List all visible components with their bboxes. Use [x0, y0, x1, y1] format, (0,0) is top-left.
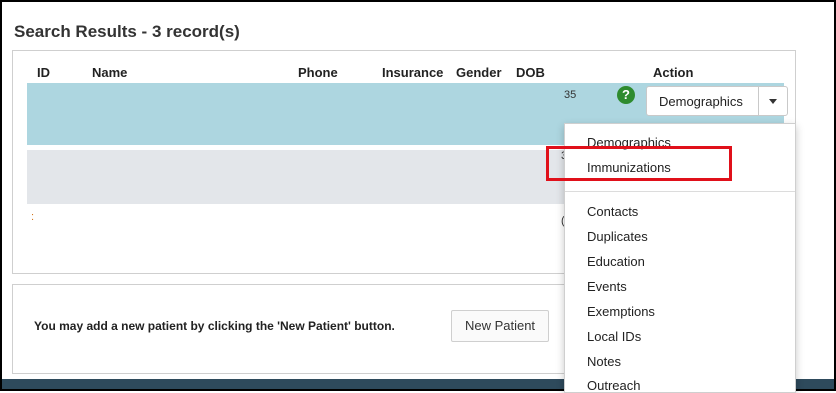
menu-divider — [565, 191, 795, 192]
col-header-action: Action — [653, 65, 694, 80]
menu-item-notes[interactable]: Notes — [587, 354, 621, 369]
menu-item-events[interactable]: Events — [587, 279, 627, 294]
action-select-toggle[interactable] — [758, 87, 787, 115]
action-select[interactable]: Demographics — [646, 86, 788, 116]
immunizations-highlight-box — [546, 146, 732, 181]
help-icon[interactable]: ? — [617, 86, 635, 104]
add-patient-message: You may add a new patient by clicking th… — [34, 319, 395, 333]
menu-item-education[interactable]: Education — [587, 254, 645, 269]
new-patient-button[interactable]: New Patient — [451, 310, 549, 342]
col-header-phone[interactable]: Phone — [298, 65, 338, 80]
col-header-insurance[interactable]: Insurance — [382, 65, 443, 80]
action-select-value: Demographics — [659, 94, 743, 109]
row3-id-fragment: : — [31, 211, 35, 223]
menu-item-exemptions[interactable]: Exemptions — [587, 304, 655, 319]
col-header-id[interactable]: ID — [37, 65, 50, 80]
menu-item-local-ids[interactable]: Local IDs — [587, 329, 641, 344]
col-header-name[interactable]: Name — [92, 65, 127, 80]
col-header-gender[interactable]: Gender — [456, 65, 502, 80]
chevron-down-icon — [769, 99, 777, 104]
col-header-dob[interactable]: DOB — [516, 65, 545, 80]
menu-item-duplicates[interactable]: Duplicates — [587, 229, 648, 244]
row1-dob-fragment: 35 — [564, 89, 577, 101]
menu-item-contacts[interactable]: Contacts — [587, 204, 638, 219]
page-title: Search Results - 3 record(s) — [14, 22, 240, 41]
